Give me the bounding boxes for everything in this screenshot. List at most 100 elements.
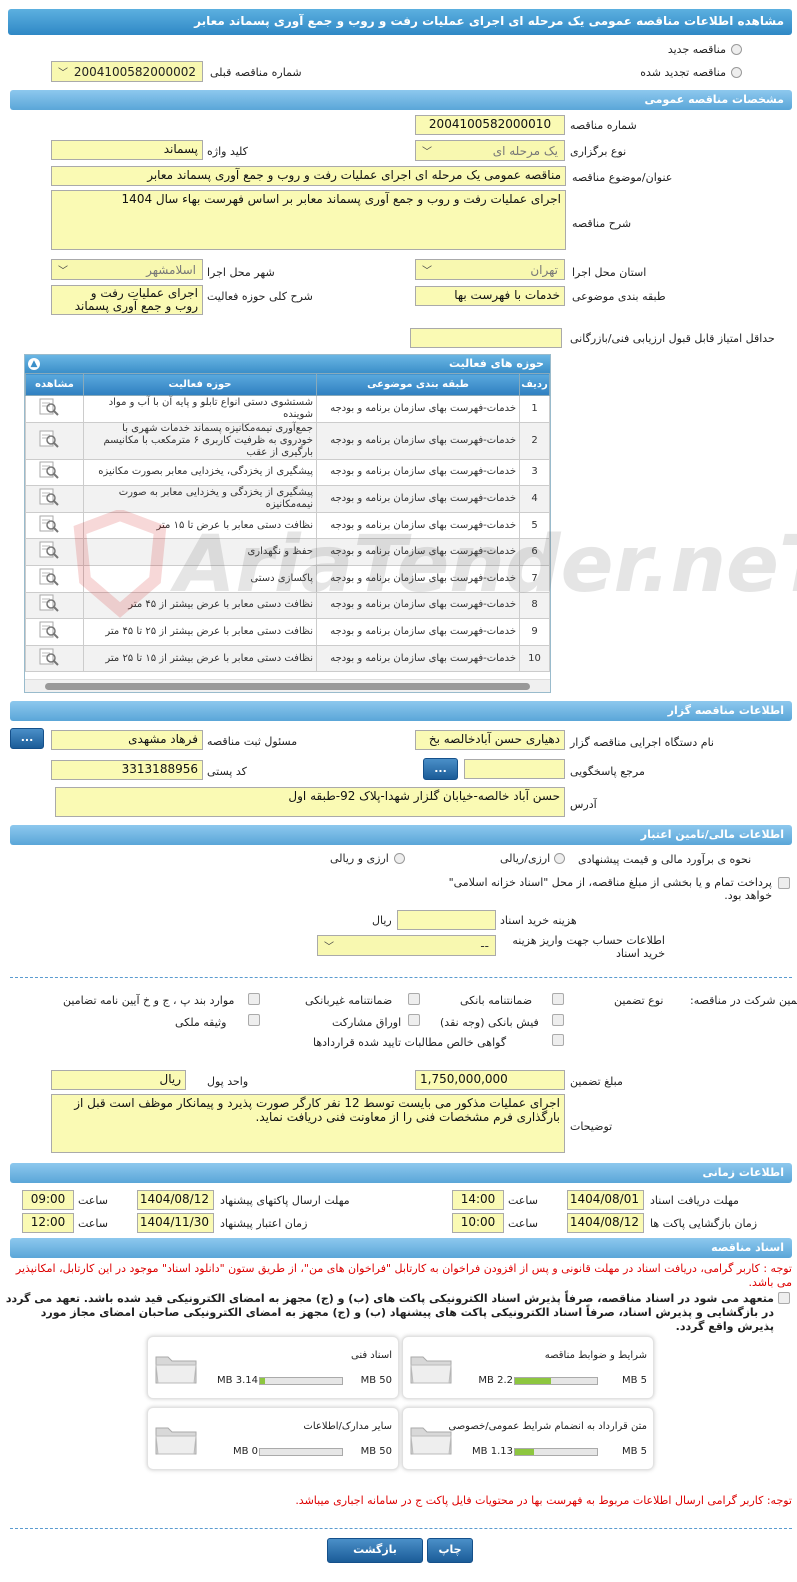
prev-number-value: 2004100582000002 (73, 64, 196, 79)
cert-checkbox[interactable] (552, 1034, 564, 1046)
doc-card[interactable]: متن قرارداد به انضمام شرایط عمومی/خصوصی … (402, 1407, 654, 1470)
view-magnifier-icon[interactable] (39, 541, 59, 559)
table-row: 1 خدمات-فهرست بهای سازمان برنامه و بودجه… (25, 395, 550, 423)
province-label: استان محل اجرا (572, 266, 647, 279)
row-field: پاکسازی دستی (83, 564, 317, 593)
view-magnifier-icon[interactable] (39, 430, 59, 448)
doc-fee-field (397, 910, 496, 930)
row-number: 6 (519, 538, 550, 566)
validity-time: 12:00 (22, 1213, 74, 1233)
province-select[interactable]: تهران ﹀ (415, 259, 565, 280)
category-field: خدمات با فهرست بها (415, 286, 565, 306)
items-checkbox[interactable] (248, 993, 260, 1005)
nonbank-guarantee-checkbox[interactable] (408, 993, 420, 1005)
doc-progress-bar (514, 1448, 598, 1456)
row-field: پیشگیری از یخزدگی و یخزدایی معابر به صور… (83, 485, 317, 513)
city-label: شهر محل اجرا (207, 266, 275, 279)
send-deadline-time: 09:00 (22, 1190, 74, 1210)
view-magnifier-icon[interactable] (39, 488, 59, 506)
collapse-icon[interactable]: ▲ (28, 358, 40, 370)
address-label: آدرس (570, 798, 597, 811)
commit-checkbox[interactable] (778, 1292, 790, 1304)
section-organizer: اطلاعات مناقصه گزار (10, 701, 792, 721)
view-magnifier-icon[interactable] (39, 461, 59, 480)
treasury-text: پرداخت تمام و یا بخشی از مبلغ مناقصه، از… (448, 876, 772, 902)
reference-label: مرجع پاسخگویی (570, 765, 645, 778)
row-number: 2 (519, 421, 550, 460)
renewed-tender-radio[interactable] (731, 67, 742, 78)
reference-lookup-button[interactable]: ... (423, 758, 458, 780)
amount-field: 1,750,000,000 (415, 1070, 565, 1090)
doc-name: سایر مدارک/اطلاعات (303, 1421, 392, 1432)
bonds-checkbox[interactable] (408, 1014, 420, 1026)
view-magnifier-icon[interactable] (39, 568, 59, 586)
doc-card[interactable]: اسناد فنی 3.14 MB 50 MB (147, 1336, 399, 1399)
subject-label: عنوان/موضوع مناقصه (572, 171, 673, 184)
property-checkbox[interactable] (248, 1014, 260, 1026)
row-number: 10 (519, 644, 550, 673)
city-select[interactable]: اسلامشهر ﹀ (51, 259, 203, 280)
doc-deadline-time: 14:00 (452, 1190, 504, 1210)
rial-radio[interactable] (554, 853, 565, 864)
type-label: نوع برگزاری (570, 145, 627, 158)
back-button[interactable]: بازگشت (327, 1538, 423, 1563)
chevron-down-icon: ﹀ (58, 68, 68, 79)
org-label: نام دستگاه اجرایی مناقصه گزار (570, 736, 714, 749)
estimate-label: نحوه ی برآورد مالی و قیمت پیشنهادی (578, 853, 752, 866)
tender-number-label: شماره مناقصه (570, 119, 637, 132)
officer-field: فرهاد مشهدی (51, 730, 203, 750)
print-button[interactable]: چاپ (427, 1538, 473, 1563)
cert-label: گواهی خالص مطالبات تایید شده قراردادها (313, 1036, 507, 1049)
scrollbar-thumb[interactable] (45, 683, 530, 690)
horizontal-scrollbar[interactable] (25, 679, 550, 692)
renewed-tender-label: مناقصه تجدید شده (640, 66, 726, 79)
time-label: ساعت (508, 1194, 538, 1207)
address-field: حسن آباد خالصه-خیابان گلزار شهدا-پلاک 92… (55, 787, 565, 817)
time-label: ساعت (78, 1217, 108, 1230)
section-general: مشخصات مناقصه عمومی (10, 90, 792, 110)
keyword-field: پسماند (51, 140, 203, 160)
open-time: 10:00 (452, 1213, 504, 1233)
org-field: دهیاری حسن آبادخالصه بخ (415, 730, 565, 750)
col-field: حوزه فعالیت (83, 373, 317, 396)
doc-progress-bar (514, 1377, 598, 1385)
table-row: 8 خدمات-فهرست بهای سازمان برنامه و بودجه… (25, 591, 550, 620)
send-deadline-label: مهلت ارسال پاکتهای پیشنهاد (220, 1194, 350, 1207)
view-magnifier-icon[interactable] (39, 621, 59, 639)
folder-icon (155, 1356, 197, 1384)
row-field: جمع‌آوری نیمه‌مکانیزه پسماند خدمات شهری … (83, 421, 317, 460)
treasury-checkbox[interactable] (778, 877, 790, 889)
row-category: خدمات-فهرست بهای سازمان برنامه و بودجه (316, 644, 520, 673)
fx-rial-radio[interactable] (394, 853, 405, 864)
bank-guarantee-checkbox[interactable] (552, 993, 564, 1005)
table-row: 2 خدمات-فهرست بهای سازمان برنامه و بودجه… (25, 421, 550, 460)
prev-number-select[interactable]: 2004100582000002 ﹀ (51, 61, 203, 82)
view-magnifier-icon[interactable] (39, 648, 59, 666)
row-category: خدمات-فهرست بهای سازمان برنامه و بودجه (316, 395, 520, 423)
divider (10, 1528, 792, 1529)
docs-note2: توجه: کاربر گرامی ارسال اطلاعات مربوط به… (295, 1494, 792, 1507)
type-select[interactable]: یک مرحله ای ﹀ (415, 140, 565, 161)
row-number: 4 (519, 485, 550, 513)
view-magnifier-icon[interactable] (39, 594, 59, 613)
docs-note: توجه : کاربر گرامی، دریافت اسناد در مهلت… (15, 1262, 792, 1289)
doc-card[interactable]: شرایط و ضوابط مناقصه 2.2 MB 5 MB (402, 1336, 654, 1399)
property-label: وثیقه ملکی (175, 1016, 227, 1029)
receipt-checkbox[interactable] (552, 1014, 564, 1026)
doc-size: 3.14 MB (217, 1375, 258, 1386)
row-field: نظافت دستی معابر با عرض بیشتر از ۴۵ متر (83, 591, 317, 620)
folder-icon (410, 1356, 452, 1384)
activities-grid-header: حوزه های فعالیت ▲ (25, 355, 550, 373)
row-field: پیشگیری از یخزدگی، یخزدایی معابر بصورت م… (83, 458, 317, 487)
officer-lookup-button[interactable]: ... (10, 728, 44, 749)
doc-name: متن قرارداد به انضمام شرایط عمومی/خصوصی (448, 1421, 647, 1432)
row-category: خدمات-فهرست بهای سازمان برنامه و بودجه (316, 421, 520, 460)
doc-card[interactable]: سایر مدارک/اطلاعات 0 MB 50 MB (147, 1407, 399, 1470)
description-label: شرح مناقصه (572, 217, 632, 230)
new-tender-radio[interactable] (731, 44, 742, 55)
view-magnifier-icon[interactable] (39, 515, 59, 533)
row-field: شستشوی دستی انواع تابلو و پایه آن با آب … (83, 395, 317, 423)
account-label: اطلاعات حساب جهت واریز هزینه خرید اسناد (512, 934, 665, 960)
account-select[interactable]: -- ﹀ (317, 935, 496, 956)
view-magnifier-icon[interactable] (39, 398, 59, 416)
